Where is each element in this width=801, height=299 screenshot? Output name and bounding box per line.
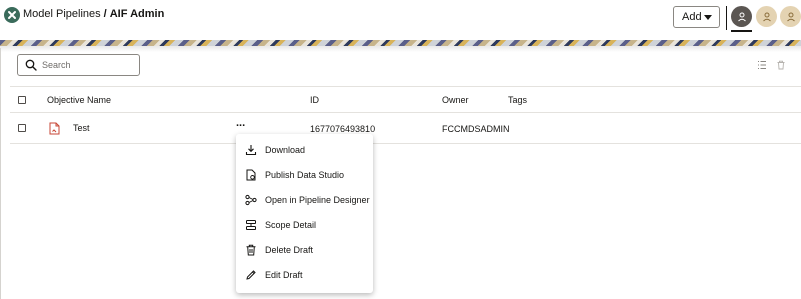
active-avatar-indicator xyxy=(731,30,752,32)
breadcrumb-root[interactable]: Model Pipelines xyxy=(23,8,101,20)
table-header: Objective Name ID Owner Tags xyxy=(10,86,801,113)
trash-icon[interactable] xyxy=(776,60,786,70)
column-header-owner[interactable]: Owner xyxy=(442,95,469,106)
pipeline-icon xyxy=(245,194,257,206)
row-checkbox[interactable] xyxy=(18,124,26,132)
download-icon xyxy=(245,145,257,156)
chevron-down-icon xyxy=(704,15,712,20)
objective-file-icon xyxy=(49,122,60,135)
menu-item-download[interactable]: Download xyxy=(236,139,373,163)
app-header: Model Pipelines / AIF Admin Add xyxy=(0,0,801,40)
row-objective-name[interactable]: Test xyxy=(73,123,90,134)
menu-item-label: Publish Data Studio xyxy=(265,170,345,180)
publish-document-icon xyxy=(246,169,256,181)
trash-icon xyxy=(246,244,256,256)
avatar-active-person-icon[interactable] xyxy=(731,6,752,27)
pencil-icon xyxy=(246,270,256,280)
scope-icon xyxy=(246,220,256,230)
table-row[interactable]: Test 1677076493810 FCCMDSADMIN xyxy=(10,114,801,144)
avatar-person-icon[interactable] xyxy=(756,6,777,27)
header-divider xyxy=(726,6,727,30)
column-header-objective-name[interactable]: Objective Name xyxy=(47,95,111,106)
add-button[interactable]: Add xyxy=(673,6,720,28)
avatar-person-icon[interactable] xyxy=(780,6,801,27)
column-header-id[interactable]: ID xyxy=(310,95,319,106)
menu-item-label: Scope Detail xyxy=(265,220,317,230)
search-icon xyxy=(25,59,37,71)
breadcrumb: Model Pipelines / AIF Admin xyxy=(23,8,164,21)
search-input[interactable] xyxy=(42,57,136,73)
menu-item-edit-draft[interactable]: Edit Draft xyxy=(236,264,373,288)
row-actions-icon[interactable]: ... xyxy=(236,118,245,129)
list-view-icon[interactable] xyxy=(757,60,767,70)
menu-item-open-in-pipeline-designer[interactable]: Open in Pipeline Designer xyxy=(236,189,373,213)
select-all-checkbox[interactable] xyxy=(18,96,26,104)
breadcrumb-separator: / xyxy=(103,8,107,20)
menu-item-label: Edit Draft xyxy=(265,270,303,280)
menu-item-label: Download xyxy=(265,145,306,155)
menu-item-delete-draft[interactable]: Delete Draft xyxy=(236,239,373,263)
row-context-menu: Download Publish Data Studio Open in Pip… xyxy=(236,134,373,293)
add-button-label: Add xyxy=(682,11,702,23)
close-x-icon[interactable] xyxy=(4,7,20,23)
menu-item-label: Delete Draft xyxy=(265,245,314,255)
breadcrumb-current: AIF Admin xyxy=(109,8,165,20)
menu-item-label: Open in Pipeline Designer xyxy=(265,195,370,205)
search-field[interactable] xyxy=(17,54,140,76)
menu-item-publish-data-studio[interactable]: Publish Data Studio xyxy=(236,164,373,188)
row-owner: FCCMDSADMIN xyxy=(442,124,510,134)
menu-item-scope-detail[interactable]: Scope Detail xyxy=(236,214,373,238)
column-header-tags[interactable]: Tags xyxy=(508,95,527,106)
